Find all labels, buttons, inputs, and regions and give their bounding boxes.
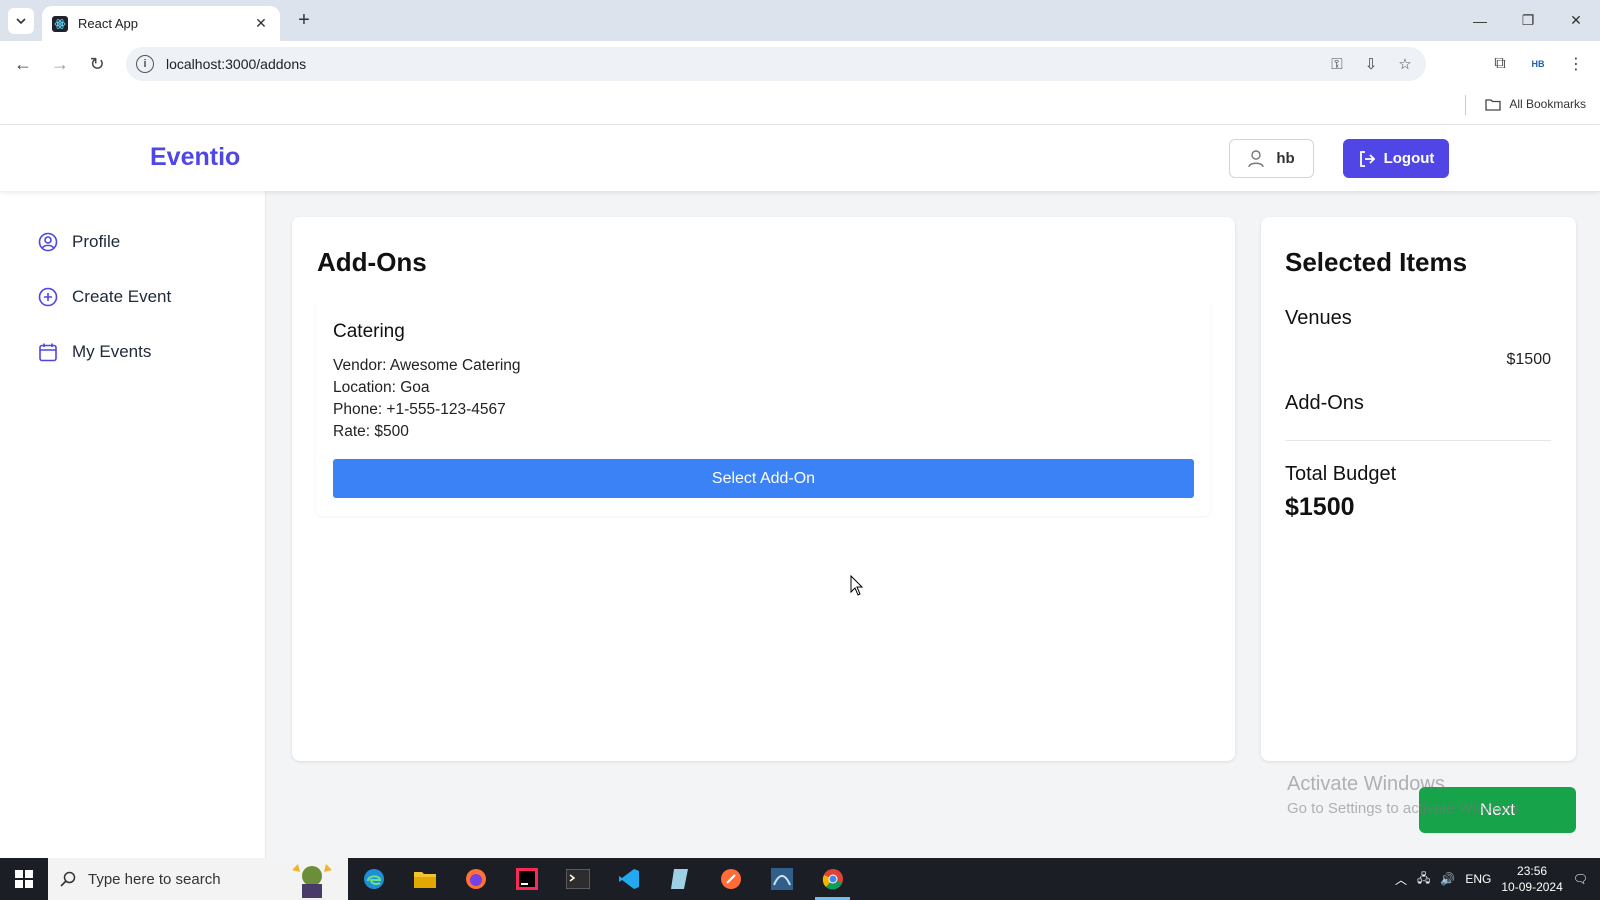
search-highlight-art-icon <box>292 864 332 898</box>
selected-items-title: Selected Items <box>1285 247 1468 277</box>
logout-button[interactable]: Logout <box>1343 139 1449 178</box>
profile-avatar[interactable]: HB <box>1524 50 1552 78</box>
browser-toolbar: ← → ↻ i localhost:3000/addons ⚿ ⇩ ☆ ⧉ HB… <box>0 41 1600 87</box>
edge-app-icon[interactable] <box>348 858 399 900</box>
mysql-workbench-app-icon[interactable] <box>756 858 807 900</box>
menu-kebab-icon[interactable]: ⋮ <box>1562 50 1590 78</box>
close-window-icon[interactable]: ✕ <box>1552 0 1600 41</box>
system-clock[interactable]: 23:56 10-09-2024 <box>1501 863 1562 895</box>
terminal-app-icon[interactable] <box>552 858 603 900</box>
file-explorer-app-icon[interactable] <box>399 858 450 900</box>
addon-location: Location: Goa <box>333 379 430 396</box>
window-controls: — ❐ ✕ <box>1456 0 1600 41</box>
venue-price: $1500 <box>1506 351 1552 368</box>
all-bookmarks-label: All Bookmarks <box>1509 97 1586 111</box>
chrome-app-icon[interactable] <box>807 858 858 900</box>
addon-vendor: Vendor: Awesome Catering <box>333 357 521 374</box>
back-icon[interactable]: ← <box>9 50 37 78</box>
addon-rate: Rate: $500 <box>333 423 409 440</box>
sidebar-item-my-events[interactable]: My Events <box>38 342 151 362</box>
username: hb <box>1276 150 1295 167</box>
sidebar-item-label: My Events <box>72 342 152 361</box>
logout-label: Logout <box>1383 150 1435 167</box>
search-placeholder: Type here to search <box>88 870 221 888</box>
addon-phone: Phone: +1-555-123-4567 <box>333 401 506 418</box>
bookmarks-bar: All Bookmarks <box>0 87 1600 125</box>
reload-icon[interactable]: ↻ <box>83 50 111 78</box>
total-budget-label: Total Budget <box>1285 463 1397 485</box>
chevron-down-icon <box>16 18 26 25</box>
bookmark-star-icon[interactable]: ☆ <box>1394 53 1416 75</box>
tab-title: React App <box>78 16 138 31</box>
brand-logo[interactable]: Eventio <box>150 143 240 172</box>
browser-tab-bar: React App ✕ + — ❐ ✕ <box>0 0 1600 41</box>
addons-heading: Add-Ons <box>1285 392 1364 414</box>
new-tab-button[interactable]: + <box>292 8 316 32</box>
minimize-icon[interactable]: — <box>1456 0 1504 41</box>
tab-search-button[interactable] <box>8 8 34 34</box>
calendar-icon <box>38 342 58 362</box>
mouse-cursor-icon <box>850 575 864 596</box>
folder-icon <box>1485 98 1501 111</box>
sidebar: Profile Create Event My Events <box>0 191 266 858</box>
extensions-icon[interactable]: ⧉ <box>1486 50 1514 78</box>
site-info-icon[interactable]: i <box>136 55 154 73</box>
bookmarks-divider <box>1465 95 1466 115</box>
taskbar-search[interactable]: Type here to search <box>48 858 348 900</box>
app-header: Eventio hb Logout <box>0 125 1600 191</box>
intellij-app-icon[interactable] <box>501 858 552 900</box>
address-bar[interactable]: i localhost:3000/addons ⚿ ⇩ ☆ <box>126 47 1426 81</box>
user-button[interactable]: hb <box>1229 139 1314 178</box>
sidebar-item-create-event[interactable]: Create Event <box>38 287 171 307</box>
windows-taskbar: Type here to search ︿ 🖧 🔊 ENG 23:56 10-0… <box>0 858 1600 900</box>
volume-icon[interactable]: 🔊 <box>1440 872 1455 886</box>
system-tray: ︿ 🖧 🔊 ENG 23:56 10-09-2024 🗨 <box>1395 858 1600 900</box>
windows-start-icon[interactable] <box>0 858 48 900</box>
language-indicator[interactable]: ENG <box>1465 872 1491 886</box>
total-budget-value: $1500 <box>1285 493 1355 521</box>
react-logo-icon <box>52 15 68 32</box>
user-icon <box>1248 149 1265 167</box>
chevron-up-icon[interactable]: ︿ <box>1395 871 1407 888</box>
user-circle-icon <box>38 232 58 252</box>
install-app-icon[interactable]: ⇩ <box>1360 53 1382 75</box>
notes-app-icon[interactable] <box>654 858 705 900</box>
addon-card-catering: Catering Vendor: Awesome Catering Locati… <box>316 301 1210 516</box>
restore-icon[interactable]: ❐ <box>1504 0 1552 41</box>
summary-divider <box>1285 440 1551 441</box>
clock-date: 10-09-2024 <box>1501 880 1563 894</box>
venues-heading: Venues <box>1285 307 1352 329</box>
logout-icon <box>1359 150 1375 167</box>
plus-circle-icon <box>38 287 58 307</box>
forward-icon[interactable]: → <box>46 50 74 78</box>
selected-items-panel: Selected Items Venues $1500 Add-Ons Tota… <box>1261 217 1576 761</box>
postman-app-icon[interactable] <box>705 858 756 900</box>
all-bookmarks-button[interactable]: All Bookmarks <box>1485 97 1586 111</box>
select-addon-button[interactable]: Select Add-On <box>333 459 1194 498</box>
notifications-icon[interactable]: 🗨 <box>1573 872 1588 886</box>
firefox-app-icon[interactable] <box>450 858 501 900</box>
clock-time: 23:56 <box>1517 864 1548 878</box>
url-text[interactable]: localhost:3000/addons <box>166 56 306 72</box>
addon-name: Catering <box>333 321 405 342</box>
sidebar-item-label: Profile <box>72 232 121 251</box>
addons-panel: Add-Ons Catering Vendor: Awesome Caterin… <box>292 217 1235 761</box>
sidebar-item-label: Create Event <box>72 287 172 306</box>
network-icon[interactable]: 🖧 <box>1417 869 1430 890</box>
browser-tab[interactable]: React App ✕ <box>42 6 280 41</box>
vscode-app-icon[interactable] <box>603 858 654 900</box>
close-tab-icon[interactable]: ✕ <box>252 15 270 32</box>
password-key-icon[interactable]: ⚿ <box>1326 53 1348 75</box>
next-button[interactable]: Next <box>1419 787 1576 833</box>
page-title: Add-Ons <box>317 247 427 277</box>
sidebar-item-profile[interactable]: Profile <box>38 232 120 252</box>
search-icon <box>60 871 76 887</box>
